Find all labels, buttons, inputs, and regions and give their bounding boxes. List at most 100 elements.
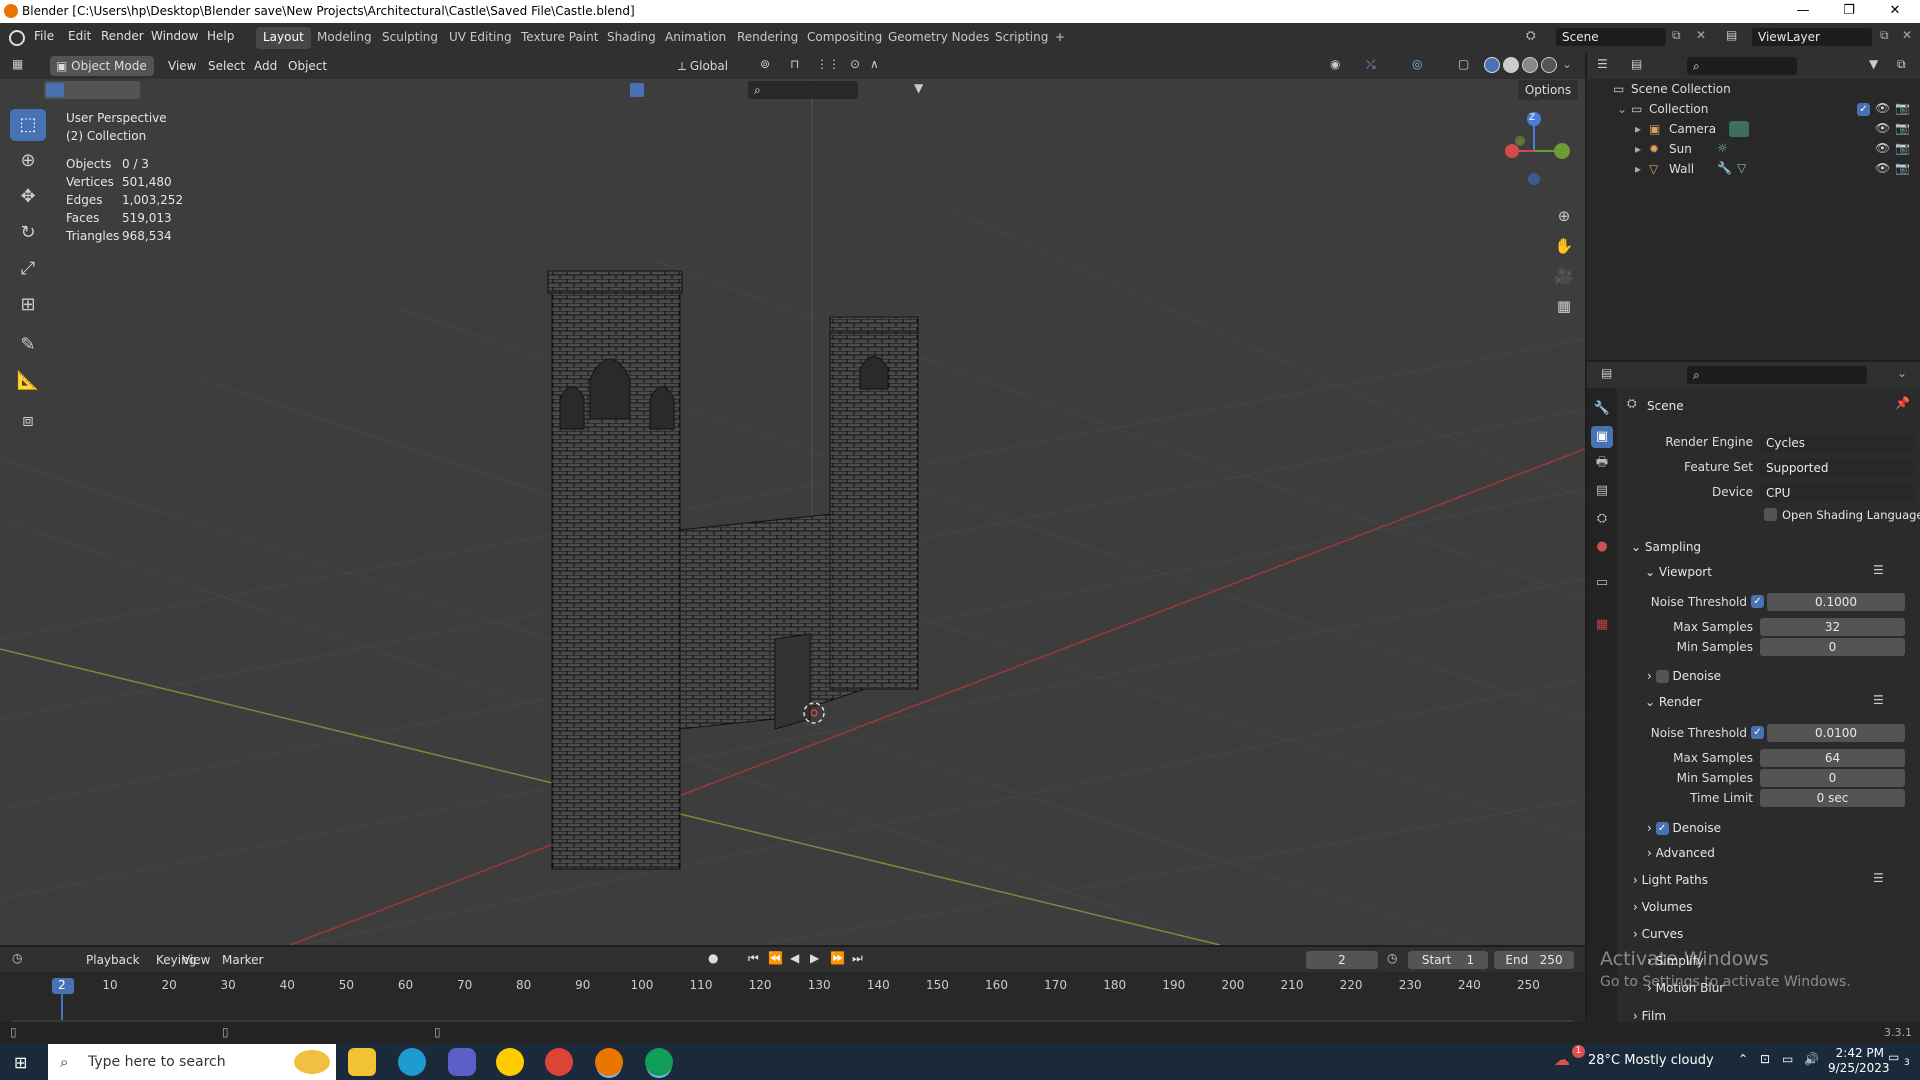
- move-tool-icon[interactable]: ✥: [10, 181, 46, 213]
- rotate-tool-icon[interactable]: ↻: [10, 217, 46, 249]
- clock[interactable]: 2:42 PM 9/25/2023: [1828, 1046, 1890, 1076]
- add-cube-tool-icon[interactable]: ⧈: [10, 405, 46, 437]
- notifications-icon[interactable]: ▭: [1888, 1050, 1899, 1064]
- proportional-edit-icon[interactable]: ⊙: [850, 57, 860, 71]
- sun-render-icon[interactable]: 📷: [1895, 141, 1910, 155]
- tab-sculpting[interactable]: Sculpting: [375, 27, 445, 49]
- tray-chevron-icon[interactable]: ⌃: [1738, 1052, 1748, 1066]
- blender-menu-icon[interactable]: [9, 30, 25, 46]
- outliner-search-input[interactable]: ⌕: [1687, 57, 1797, 75]
- sampling-section[interactable]: ⌄ Sampling: [1631, 540, 1701, 554]
- tab-uv-editing[interactable]: UV Editing: [442, 27, 519, 49]
- vs-icon[interactable]: [448, 1048, 476, 1076]
- vp-noise-threshold-checkbox[interactable]: ✓: [1751, 595, 1764, 608]
- new-scene-icon[interactable]: ⧉: [1672, 28, 1681, 43]
- view-layer-tab-icon[interactable]: ▤: [1591, 480, 1613, 502]
- feature-set-dropdown[interactable]: Supported: [1760, 459, 1915, 477]
- vp-noise-threshold-field[interactable]: 0.1000: [1767, 593, 1905, 611]
- properties-editor-icon[interactable]: ▤: [1601, 366, 1612, 380]
- tab-geometry-nodes[interactable]: Geometry Nodes: [881, 27, 996, 49]
- menu-file[interactable]: File: [34, 29, 54, 43]
- sun-data-icon[interactable]: ☼: [1717, 141, 1728, 155]
- chrome-profile-icon[interactable]: [645, 1048, 673, 1076]
- tab-scripting[interactable]: Scripting: [988, 27, 1055, 49]
- viewport-menu-view[interactable]: View: [168, 59, 196, 73]
- chrome-canary-icon[interactable]: [496, 1048, 524, 1076]
- camera-view-icon[interactable]: 🎥: [1551, 263, 1577, 289]
- volume-icon[interactable]: 🔊: [1804, 1052, 1819, 1066]
- film-section[interactable]: › Film: [1633, 1009, 1666, 1023]
- 3d-viewport[interactable]: User Perspective (2) Collection Objects 0…: [0, 79, 1585, 945]
- orientation-selector[interactable]: ⟂ Global: [672, 56, 748, 76]
- end-frame-field[interactable]: End 250: [1494, 951, 1574, 969]
- edge-browser-icon[interactable]: [398, 1048, 426, 1076]
- mode-selector[interactable]: ▣ Object Mode: [50, 56, 154, 76]
- vp-min-samples-field[interactable]: 0: [1760, 638, 1905, 656]
- output-tab-icon[interactable]: 🖶: [1591, 452, 1613, 474]
- options-dropdown[interactable]: Options: [1518, 80, 1578, 100]
- camera-eye-icon[interactable]: 👁: [1875, 121, 1890, 135]
- mesh-data-icon[interactable]: ▽: [1737, 161, 1746, 175]
- collection-tab-icon[interactable]: ▭: [1591, 572, 1613, 594]
- blender-taskbar-icon[interactable]: [595, 1048, 623, 1076]
- jump-start-icon[interactable]: ⏮: [748, 951, 759, 966]
- cursor-tool-icon[interactable]: ⊕: [10, 145, 46, 177]
- tab-animation[interactable]: Animation: [658, 27, 733, 49]
- close-button[interactable]: ✕: [1872, 0, 1918, 23]
- auto-keying-icon[interactable]: ●: [708, 951, 718, 965]
- xray-icon[interactable]: ▢: [1458, 57, 1469, 71]
- wireframe-shading-icon[interactable]: [1484, 57, 1500, 73]
- select-box-tool-icon[interactable]: ⬚: [10, 109, 46, 141]
- expand-wall-icon[interactable]: ▸: [1635, 162, 1641, 176]
- viewport-subsection[interactable]: ⌄ Viewport: [1645, 565, 1712, 579]
- camera-data-icon[interactable]: [1729, 121, 1749, 137]
- vp-denoise-row[interactable]: › Denoise: [1647, 669, 1721, 683]
- measure-tool-icon[interactable]: 📐: [10, 365, 46, 397]
- expand-icon[interactable]: ⌄: [1617, 102, 1627, 116]
- r-noise-threshold-field[interactable]: 0.0100: [1767, 724, 1905, 742]
- outliner-editor-icon[interactable]: ☰: [1597, 57, 1608, 71]
- tab-rendering[interactable]: Rendering: [730, 27, 805, 49]
- render-engine-dropdown[interactable]: Cycles: [1760, 434, 1915, 452]
- advanced-section[interactable]: › Advanced: [1647, 846, 1715, 860]
- osl-checkbox[interactable]: [1764, 508, 1777, 521]
- menu-help[interactable]: Help: [207, 29, 234, 43]
- properties-search-input[interactable]: ⌕: [1687, 366, 1867, 384]
- time-limit-field[interactable]: 0 sec: [1760, 789, 1905, 807]
- r-noise-threshold-checkbox[interactable]: ✓: [1751, 726, 1764, 739]
- r-max-samples-field[interactable]: 64: [1760, 749, 1905, 767]
- prev-keyframe-icon[interactable]: ⏪: [768, 951, 783, 965]
- maximize-button[interactable]: ❐: [1826, 0, 1872, 23]
- timeline-menu-marker[interactable]: Marker: [222, 953, 263, 967]
- delete-viewlayer-icon[interactable]: ✕: [1902, 28, 1912, 42]
- start-frame-field[interactable]: Start 1: [1408, 951, 1488, 969]
- r-denoise-checkbox[interactable]: ✓: [1655, 822, 1669, 835]
- timeline-menu-playback[interactable]: Playback: [86, 953, 140, 967]
- pin-icon[interactable]: 📌: [1895, 396, 1910, 410]
- expand-sun-icon[interactable]: ▸: [1635, 142, 1641, 156]
- tool-tab-icon[interactable]: 🔧: [1591, 398, 1613, 420]
- pivot-icon[interactable]: ⊚: [760, 57, 770, 71]
- jump-end-icon[interactable]: ⏭: [852, 951, 863, 966]
- volumes-section[interactable]: › Volumes: [1633, 900, 1693, 914]
- viewport-menu-object[interactable]: Object: [288, 59, 327, 73]
- light-paths-presets-icon[interactable]: ☰: [1873, 871, 1884, 885]
- zoom-icon[interactable]: ⊕: [1551, 203, 1577, 229]
- viewport-search-input[interactable]: ⌕: [748, 81, 858, 99]
- menu-window[interactable]: Window: [151, 29, 198, 43]
- world-tab-icon[interactable]: ●: [1591, 536, 1613, 558]
- new-viewlayer-icon[interactable]: ⧉: [1880, 28, 1889, 43]
- vp-max-samples-field[interactable]: 32: [1760, 618, 1905, 636]
- tab-shading[interactable]: Shading: [600, 27, 663, 49]
- tab-compositing[interactable]: Compositing: [800, 27, 889, 49]
- shading-options-icon[interactable]: ⌄: [1562, 57, 1572, 71]
- camera-render-icon[interactable]: 📷: [1895, 121, 1910, 135]
- add-workspace-button[interactable]: +: [1048, 27, 1072, 49]
- select-new-icon[interactable]: [46, 83, 64, 97]
- sun-eye-icon[interactable]: 👁: [1875, 141, 1890, 155]
- tab-modeling[interactable]: Modeling: [310, 27, 379, 49]
- r-denoise-row[interactable]: › ✓ Denoise: [1647, 821, 1721, 835]
- viewport-menu-add[interactable]: Add: [254, 59, 277, 73]
- render-camera-icon[interactable]: 📷: [1895, 101, 1910, 115]
- new-collection-icon[interactable]: ⧉: [1897, 57, 1906, 72]
